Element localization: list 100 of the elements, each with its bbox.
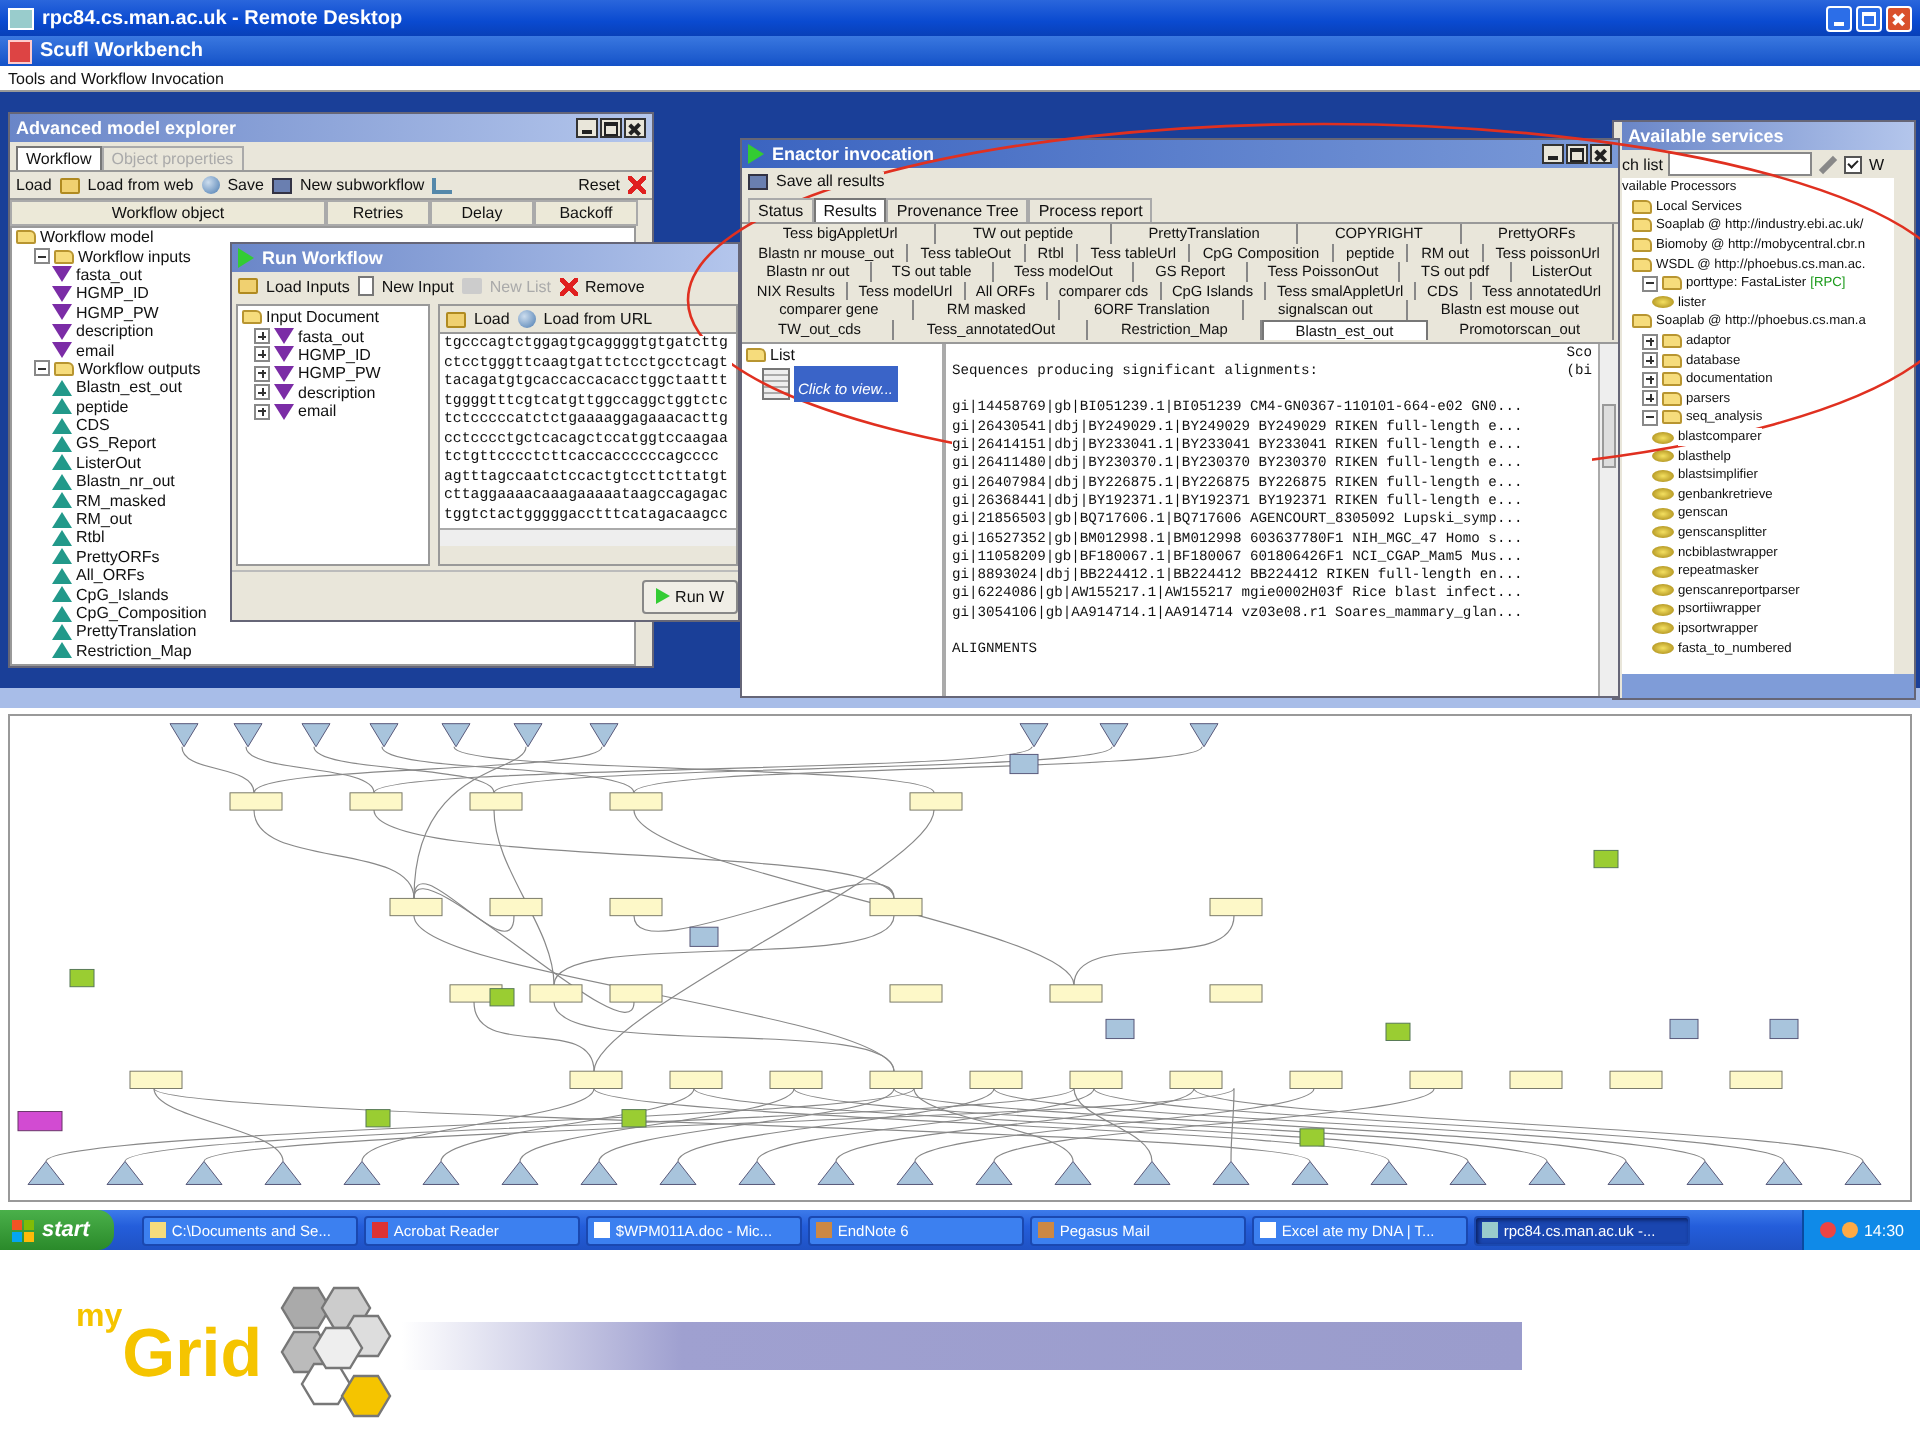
processor-node xyxy=(529,984,583,1003)
processor-node xyxy=(621,1109,647,1128)
processor-node xyxy=(1209,984,1263,1003)
window-title: Run Workflow xyxy=(262,248,383,268)
folder-icon xyxy=(746,347,766,362)
processor-icon xyxy=(1652,584,1674,597)
tree-item[interactable]: Blastn_est_out xyxy=(76,378,182,397)
expand-toggle-icon[interactable] xyxy=(254,365,270,382)
folder-icon[interactable] xyxy=(59,177,80,193)
search-field[interactable] xyxy=(1668,152,1813,176)
column-header[interactable]: Retries xyxy=(326,200,430,226)
column-header[interactable]: Delay xyxy=(430,200,534,226)
minimize-button[interactable] xyxy=(576,118,598,138)
output-node xyxy=(1133,1160,1171,1185)
toolbar-button[interactable]: Load xyxy=(16,176,52,194)
tab[interactable]: Provenance Tree xyxy=(886,198,1029,222)
sequence-text-area[interactable] xyxy=(440,334,736,528)
expand-toggle-icon[interactable] xyxy=(254,384,270,401)
expand-toggle-icon[interactable] xyxy=(1642,390,1658,407)
tree-item[interactable]: Workflow inputs xyxy=(78,247,191,266)
menu-item[interactable]: Tools and Workflow Invocation xyxy=(8,69,224,87)
expand-toggle-icon[interactable] xyxy=(1642,371,1658,388)
close-icon[interactable] xyxy=(628,176,646,194)
tree-item[interactable]: PrettyTranslation xyxy=(76,622,197,641)
toolbar-button[interactable]: Load from web xyxy=(87,176,194,194)
expand-toggle-icon[interactable] xyxy=(254,346,270,363)
processor-node xyxy=(389,897,443,917)
expand-toggle-icon[interactable] xyxy=(34,360,50,377)
tree-item[interactable]: Rtbl xyxy=(76,528,105,547)
maximize-button[interactable] xyxy=(600,118,622,138)
tree-item[interactable]: CpG_Composition xyxy=(76,604,207,622)
folder-icon[interactable] xyxy=(446,311,466,327)
close-button[interactable] xyxy=(624,118,646,138)
tree-item[interactable]: RM_masked xyxy=(76,491,166,510)
output-node xyxy=(896,1160,934,1185)
clock: 14:30 xyxy=(1863,1221,1904,1239)
tree-item[interactable]: description xyxy=(76,322,154,341)
tree-item[interactable]: RM_out xyxy=(76,510,133,529)
tree-item[interactable]: HGMP_PW xyxy=(298,364,381,383)
horizontal-scrollbar[interactable] xyxy=(440,528,736,546)
run-button[interactable]: Run W xyxy=(641,579,738,613)
toolbar-button[interactable]: Load xyxy=(474,310,510,328)
vertical-scrollbar[interactable] xyxy=(1598,343,1618,696)
tree-item[interactable]: peptide xyxy=(76,397,129,416)
tree-item[interactable]: Restriction_Map xyxy=(76,641,192,660)
save-all-button[interactable]: Save all results xyxy=(776,172,885,190)
tree-item[interactable]: List xyxy=(770,345,795,364)
tree-icon[interactable] xyxy=(432,177,453,193)
expand-toggle-icon[interactable] xyxy=(1642,333,1658,350)
tree-item[interactable]: HGMP_ID xyxy=(76,284,149,303)
document-icon[interactable] xyxy=(357,276,374,296)
expand-toggle-icon[interactable] xyxy=(254,328,270,345)
toolbar-button[interactable]: New subworkflow xyxy=(299,176,425,194)
close-button[interactable] xyxy=(1590,144,1612,164)
tree-item[interactable]: fasta_out xyxy=(298,327,364,346)
tree-item[interactable]: PrettyORFs xyxy=(76,547,160,566)
toolbar-button[interactable]: Load from URL xyxy=(543,310,653,328)
maximize-button[interactable] xyxy=(1566,144,1588,164)
column-header[interactable]: Backoff xyxy=(534,200,638,226)
tab[interactable]: Workflow xyxy=(16,146,102,170)
toolbar-button[interactable]: New Input xyxy=(381,277,454,295)
close-icon[interactable] xyxy=(559,277,578,295)
expand-toggle-icon[interactable] xyxy=(254,403,270,420)
processor-node xyxy=(889,984,943,1003)
expand-toggle-icon[interactable] xyxy=(34,248,50,265)
tree-item[interactable]: Blastn_nr_out xyxy=(76,472,175,491)
column-header[interactable]: Workflow object xyxy=(10,200,326,226)
tab[interactable]: Status xyxy=(748,198,814,222)
processor-icon xyxy=(1652,622,1674,635)
tree-item[interactable]: All_ORFs xyxy=(76,566,145,585)
save-icon[interactable] xyxy=(748,173,768,189)
expand-toggle-icon[interactable] xyxy=(1642,409,1658,426)
expand-toggle-icon[interactable] xyxy=(1642,275,1658,292)
reset-button[interactable]: Reset xyxy=(578,176,620,194)
expand-toggle-icon[interactable] xyxy=(1642,352,1658,369)
checkbox[interactable] xyxy=(1844,155,1863,173)
tree-item[interactable]: HGMP_PW xyxy=(76,303,159,322)
tree-item[interactable]: HGMP_ID xyxy=(298,345,371,364)
input-node xyxy=(233,723,263,748)
tree-item[interactable]: Input Document xyxy=(266,308,379,327)
tree-item[interactable]: ListerOut xyxy=(76,453,141,472)
tree-item[interactable]: GS_Report xyxy=(76,434,157,453)
tab[interactable]: Results xyxy=(813,198,887,222)
tree-item[interactable]: email xyxy=(298,402,337,421)
tree-item[interactable]: CpG_Islands xyxy=(76,585,169,604)
toolbar-button[interactable]: Remove xyxy=(585,277,645,295)
toolbar-button[interactable]: Save xyxy=(227,176,264,194)
save-icon[interactable] xyxy=(271,177,292,193)
processor-node xyxy=(17,1111,63,1132)
tree-item[interactable]: Workflow outputs xyxy=(78,359,201,378)
tree-item[interactable]: Workflow model xyxy=(40,228,154,247)
toolbar-button[interactable]: Load Inputs xyxy=(266,277,350,295)
minimize-button[interactable] xyxy=(1542,144,1564,164)
tree-item[interactable]: description xyxy=(298,383,376,402)
tab[interactable]: Process report xyxy=(1028,198,1153,222)
processor-node xyxy=(1209,897,1263,917)
window-title: Available services xyxy=(1628,126,1784,146)
processor-node xyxy=(1049,984,1103,1003)
tree-item[interactable]: email xyxy=(76,341,115,360)
tree-item[interactable]: CDS xyxy=(76,416,110,435)
